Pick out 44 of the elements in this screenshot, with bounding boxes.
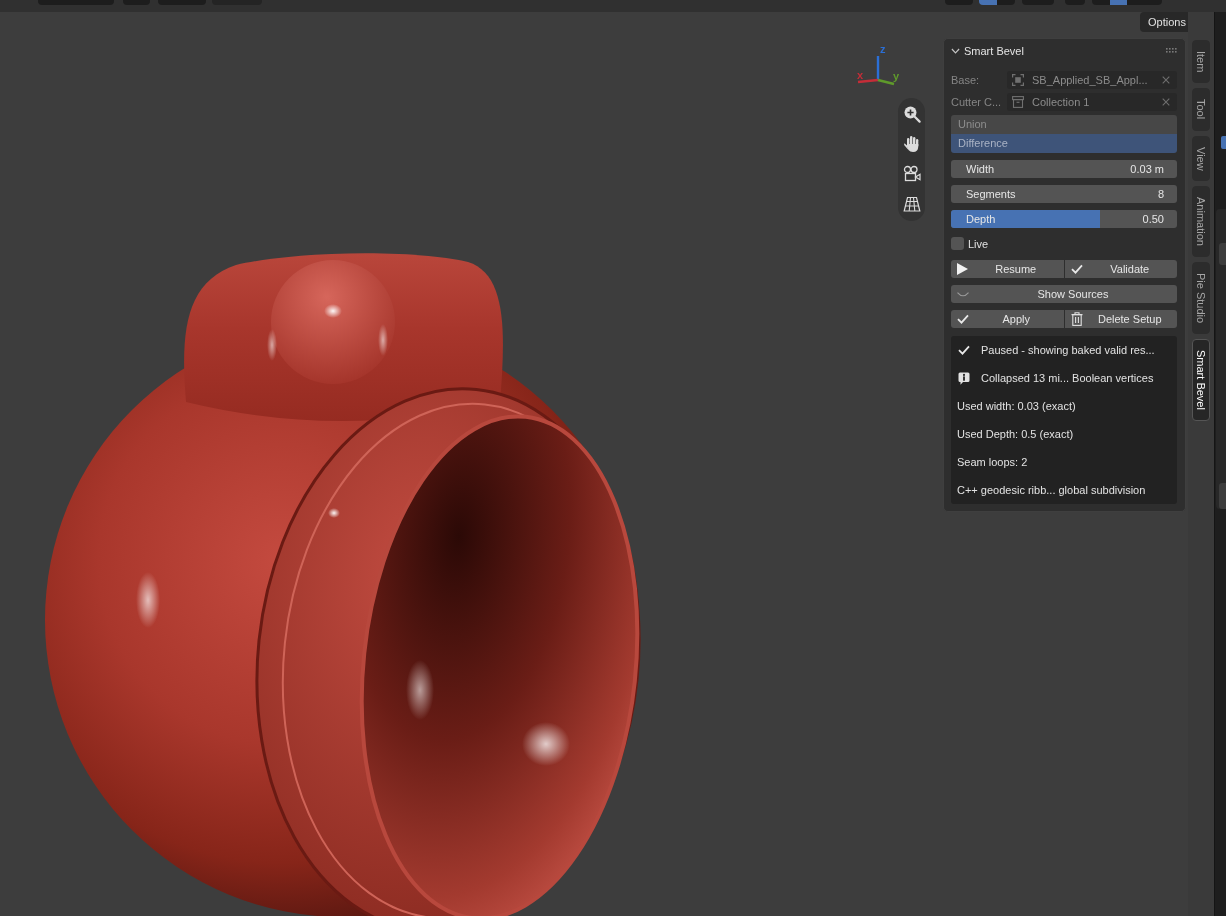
status-message: Seam loops: 2 <box>957 456 1028 468</box>
info-icon <box>958 371 970 385</box>
status-message: Paused - showing baked valid res... <box>981 344 1155 356</box>
grid-icon[interactable] <box>902 195 921 213</box>
status-message: C++ geodesic ribb... global subdivision <box>957 484 1146 496</box>
header-control[interactable] <box>1092 0 1162 5</box>
box-icon <box>1012 96 1024 108</box>
curve-icon <box>957 291 969 297</box>
status-message: Used width: 0.03 (exact) <box>957 400 1076 412</box>
action-button[interactable]: Delete Setup <box>1064 310 1177 328</box>
sidebar-tab[interactable]: Item <box>1192 40 1210 84</box>
sidebar-tab[interactable]: View <box>1192 135 1210 182</box>
object-icon <box>1012 74 1024 86</box>
zoom-icon[interactable] <box>902 105 921 123</box>
action-button[interactable]: Apply <box>951 310 1064 328</box>
status-message: Collapsed 13 mi... Boolean vertices <box>981 372 1154 384</box>
action-button[interactable]: Show Sources <box>951 285 1177 303</box>
sidebar-tab[interactable]: Pie Studio <box>1192 262 1210 335</box>
sidebar-tab[interactable]: Smart Bevel <box>1192 339 1210 422</box>
panel-title: Smart Bevel <box>964 44 1024 57</box>
selection-marker <box>1221 136 1226 149</box>
chevron-down-icon[interactable] <box>951 47 960 54</box>
trash-icon <box>1070 312 1083 326</box>
drag-handle-icon[interactable] <box>1166 48 1177 53</box>
live-checkbox[interactable] <box>951 237 964 250</box>
field-label: Cutter C... <box>951 96 1003 108</box>
play-icon <box>957 263 968 275</box>
check-icon <box>958 345 970 355</box>
options-button[interactable]: Options <box>1140 12 1188 32</box>
hand-icon[interactable] <box>902 135 921 153</box>
status-message: Used Depth: 0.5 (exact) <box>957 428 1074 440</box>
number-field[interactable]: Width 0.03 m <box>951 160 1177 178</box>
action-button[interactable]: Validate <box>1064 260 1177 278</box>
sidebar-tab[interactable]: Tool <box>1192 88 1210 131</box>
header-control[interactable] <box>979 0 1015 5</box>
sidebar-tab[interactable]: Animation <box>1192 186 1210 258</box>
camera-icon[interactable] <box>902 165 921 183</box>
slider-field[interactable]: Depth 0.50 <box>951 210 1177 228</box>
check-icon <box>1070 264 1083 274</box>
check-icon <box>957 314 969 324</box>
number-field[interactable]: Segments 8 <box>951 185 1177 203</box>
field-label: Base: <box>951 74 981 86</box>
checkbox-label[interactable]: Live <box>968 237 989 250</box>
action-button[interactable]: Resume <box>951 260 1064 278</box>
